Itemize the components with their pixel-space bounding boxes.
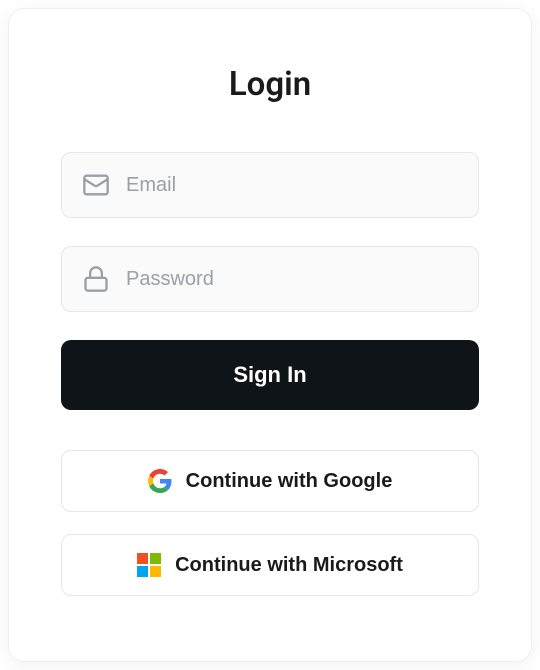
google-icon xyxy=(148,469,172,493)
microsoft-oauth-button[interactable]: Continue with Microsoft xyxy=(61,534,479,596)
google-button-label: Continue with Google xyxy=(186,470,393,493)
microsoft-icon xyxy=(137,553,161,577)
mail-icon xyxy=(82,171,110,199)
email-field-group[interactable] xyxy=(61,152,479,218)
page-title: Login xyxy=(61,65,479,104)
login-card: Login Sign In xyxy=(8,8,532,662)
password-input[interactable] xyxy=(126,268,458,291)
signin-button-label: Sign In xyxy=(233,362,306,387)
password-field-group[interactable] xyxy=(61,246,479,312)
microsoft-button-label: Continue with Microsoft xyxy=(175,554,403,577)
email-input[interactable] xyxy=(126,174,458,197)
google-oauth-button[interactable]: Continue with Google xyxy=(61,450,479,512)
signin-button[interactable]: Sign In xyxy=(61,340,479,410)
lock-icon xyxy=(82,265,110,293)
